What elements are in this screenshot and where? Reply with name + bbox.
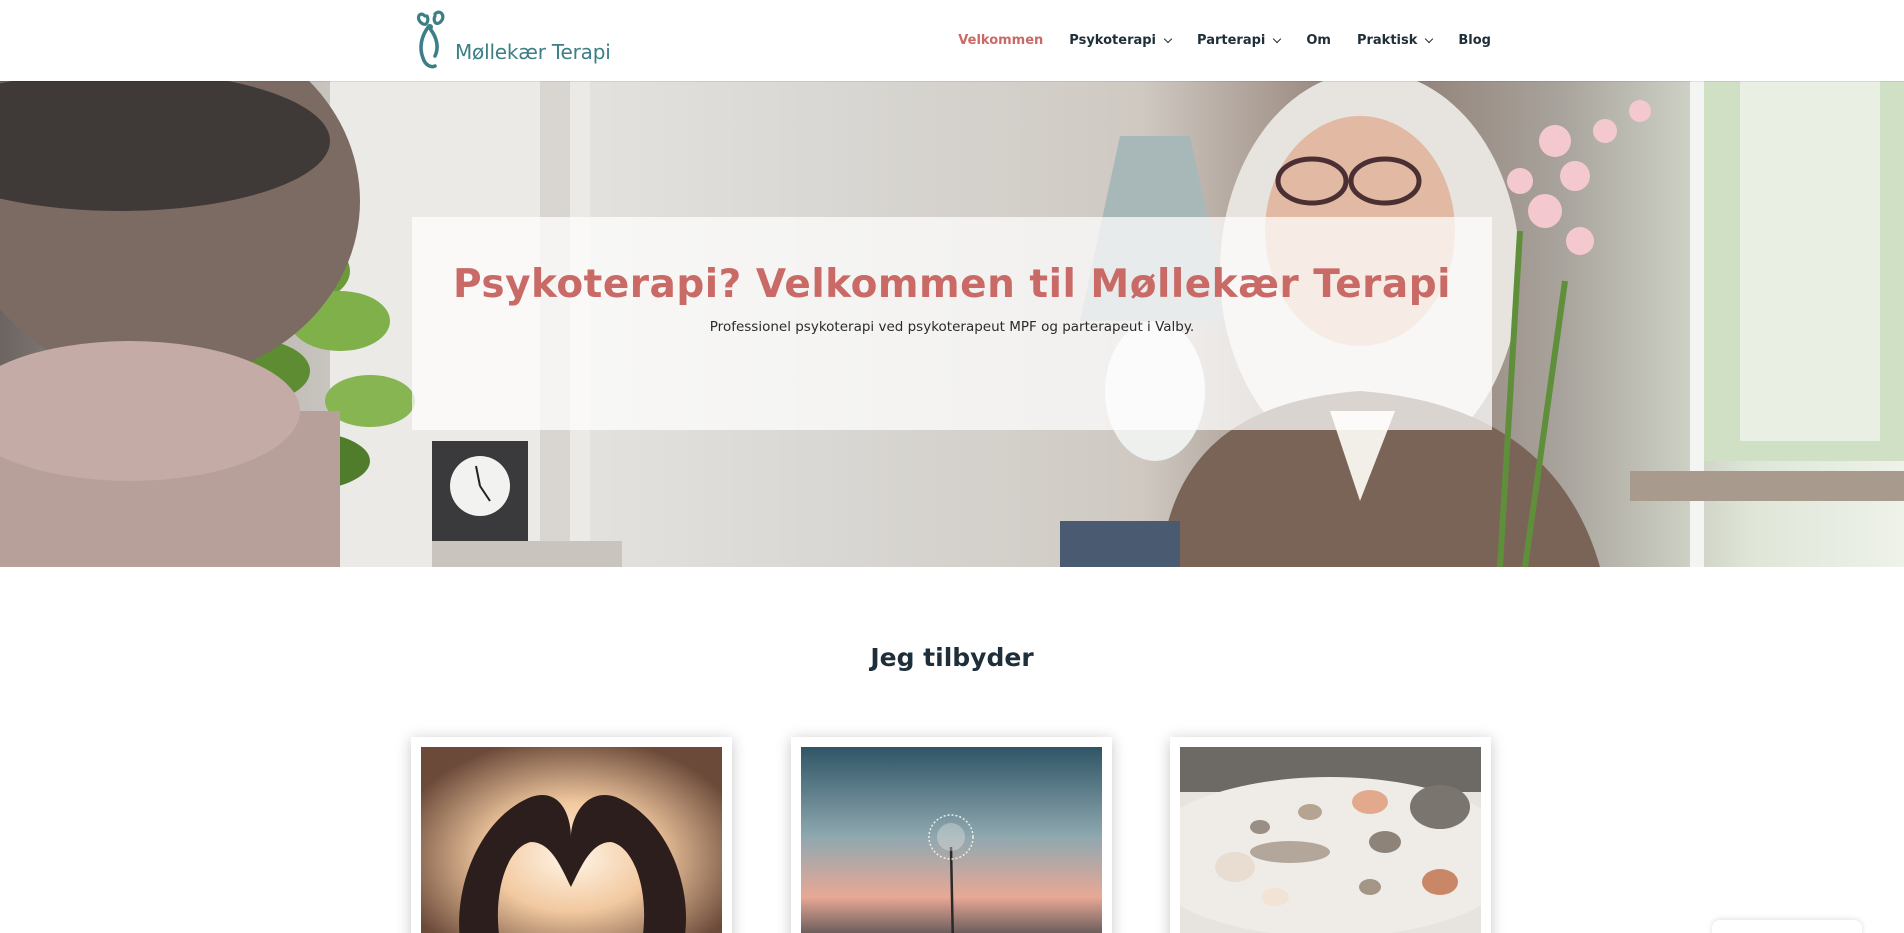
nav-label: Velkommen xyxy=(958,33,1044,48)
nav-item-psykoterapi[interactable]: Psykoterapi xyxy=(1069,33,1173,48)
nav-label: Psykoterapi xyxy=(1069,33,1157,48)
offer-card-dandelion[interactable] xyxy=(791,737,1112,933)
hero-subtitle: Professionel psykoterapi ved psykoterape… xyxy=(709,319,1195,335)
site-header: Møllekær Terapi Velkommen Psykoterapi Pa… xyxy=(0,0,1904,81)
nav-label: Blog xyxy=(1458,33,1491,48)
hero-title: Psykoterapi? Velkommen til Møllekær Tera… xyxy=(452,262,1452,307)
section-title: Jeg tilbyder xyxy=(870,643,1034,672)
nav-label: Om xyxy=(1306,33,1331,48)
logo-mark-icon xyxy=(416,10,445,69)
nav-item-om[interactable]: Om xyxy=(1306,33,1331,48)
main-nav: Velkommen Psykoterapi Parterapi Om Prakt… xyxy=(932,0,1491,81)
offer-card-heart[interactable] xyxy=(411,737,732,933)
nav-item-praktisk[interactable]: Praktisk xyxy=(1356,33,1434,48)
chat-widget-tab[interactable] xyxy=(1712,920,1862,933)
nav-item-velkommen[interactable]: Velkommen xyxy=(958,33,1043,48)
nav-item-parterapi[interactable]: Parterapi xyxy=(1197,33,1282,48)
offer-card-stones[interactable] xyxy=(1170,737,1491,933)
nav-label: Parterapi xyxy=(1197,33,1266,48)
chevron-down-icon xyxy=(1273,34,1282,43)
chevron-down-icon xyxy=(1163,34,1173,43)
hero-banner: Psykoterapi? Velkommen til Møllekær Tera… xyxy=(0,81,1904,567)
heart-hands-image xyxy=(421,747,722,933)
nav-item-blog[interactable]: Blog xyxy=(1458,33,1491,48)
logo-text: Møllekær Terapi xyxy=(455,40,611,64)
stones-image xyxy=(1180,747,1481,933)
chevron-down-icon xyxy=(1425,34,1434,43)
hero-intro-box: Psykoterapi? Velkommen til Møllekær Tera… xyxy=(412,217,1492,430)
site-logo[interactable]: Møllekær Terapi xyxy=(415,8,611,74)
nav-label: Praktisk xyxy=(1356,33,1418,48)
dandelion-image xyxy=(801,747,1102,933)
